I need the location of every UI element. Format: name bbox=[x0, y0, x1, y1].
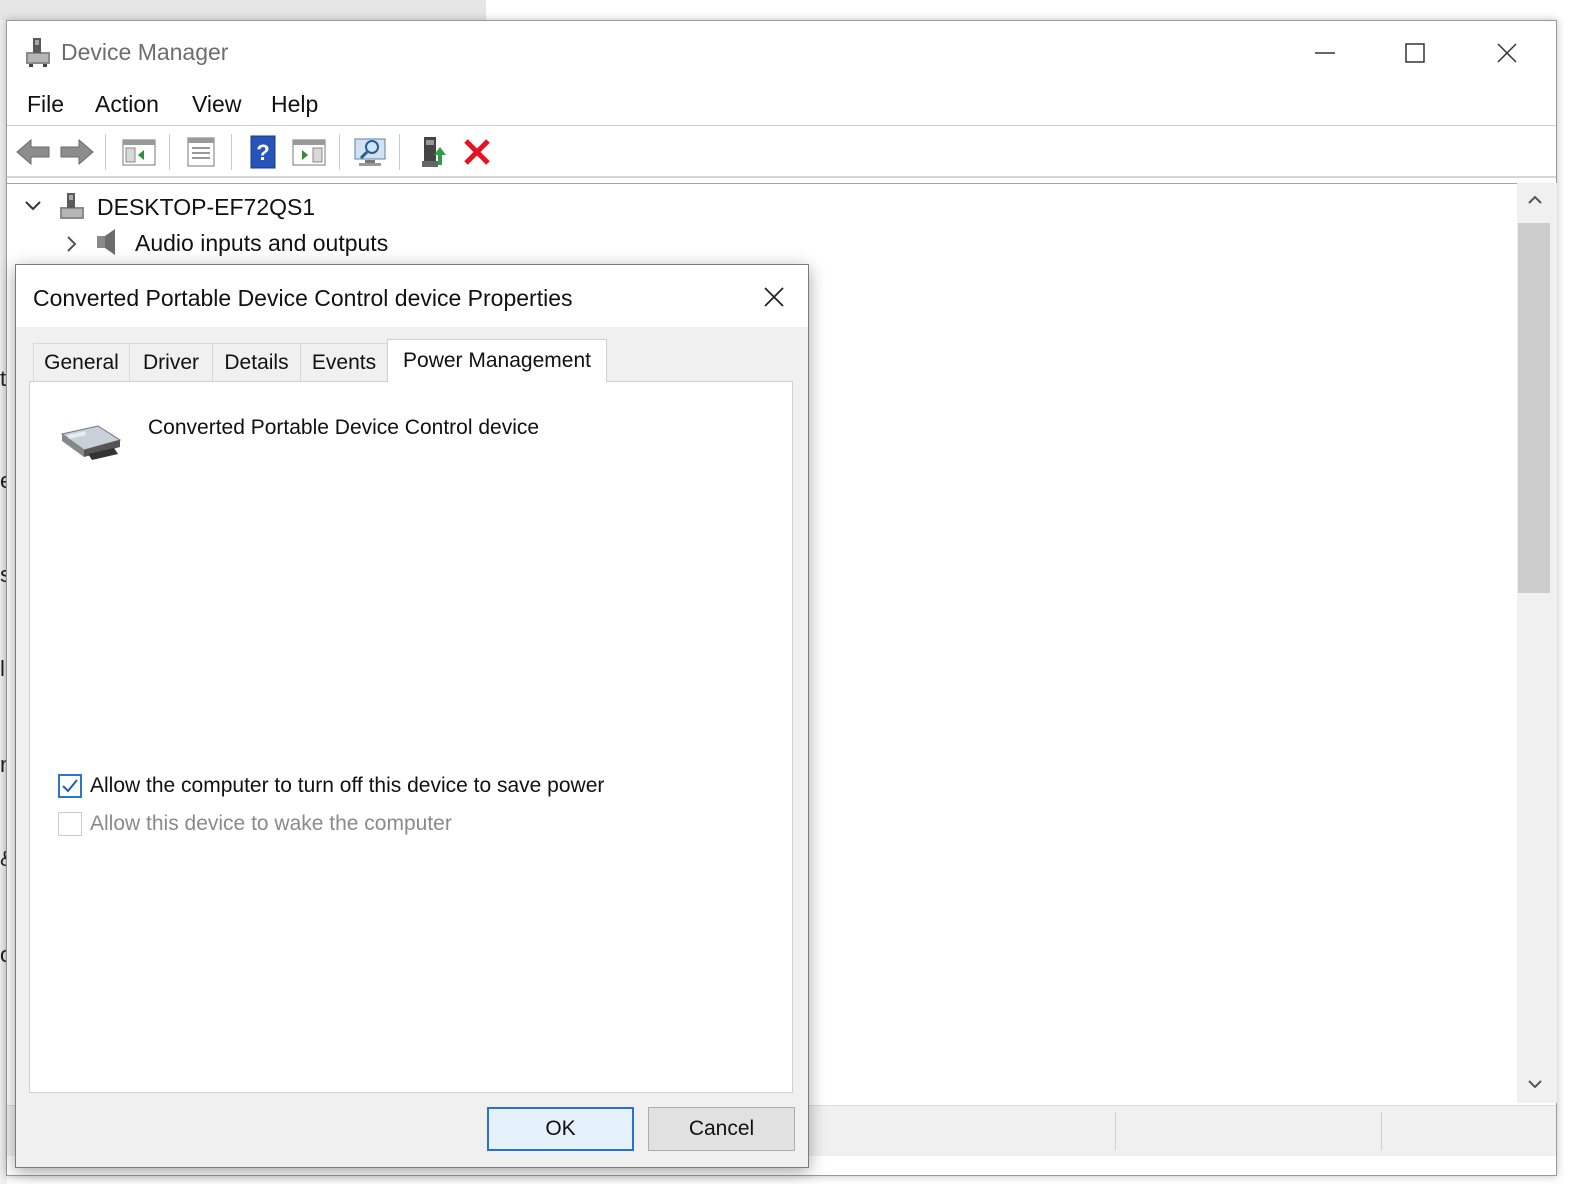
menu-action[interactable]: Action bbox=[95, 91, 159, 118]
status-separator bbox=[1115, 1112, 1116, 1150]
toolbar-separator bbox=[399, 134, 400, 170]
toolbar-separator bbox=[105, 134, 106, 170]
speaker-icon bbox=[97, 229, 115, 255]
checkmark-icon bbox=[62, 779, 78, 793]
forward-button[interactable] bbox=[57, 132, 97, 172]
allow-turn-off-label[interactable]: Allow the computer to turn off this devi… bbox=[90, 774, 604, 798]
menu-bar: File Action View Help bbox=[7, 85, 1556, 126]
scroll-down-icon[interactable] bbox=[1527, 1077, 1543, 1091]
update-driver-button[interactable] bbox=[413, 132, 453, 172]
menu-view[interactable]: View bbox=[192, 91, 241, 118]
back-button[interactable] bbox=[13, 132, 53, 172]
chevron-right-icon[interactable] bbox=[63, 234, 79, 254]
close-icon bbox=[764, 287, 784, 307]
help-icon: ? bbox=[250, 135, 276, 169]
toolbar-separator bbox=[339, 134, 340, 170]
properties-icon bbox=[187, 137, 215, 167]
minimize-icon bbox=[1315, 52, 1335, 54]
close-icon bbox=[1497, 43, 1517, 63]
allow-turn-off-checkbox[interactable] bbox=[58, 774, 82, 798]
tree-item-audio[interactable]: Audio inputs and outputs bbox=[135, 230, 388, 257]
scan-hardware-button[interactable] bbox=[351, 132, 391, 172]
back-arrow-icon bbox=[16, 138, 50, 166]
tab-power-management[interactable]: Power Management bbox=[387, 339, 607, 382]
vertical-scrollbar[interactable] bbox=[1517, 183, 1557, 1103]
window-title: Device Manager bbox=[61, 39, 229, 65]
maximize-button[interactable] bbox=[1395, 33, 1435, 73]
dialog-title-bar[interactable]: Converted Portable Device Control device… bbox=[16, 265, 808, 327]
scrollbar-thumb[interactable] bbox=[1518, 223, 1550, 593]
minimize-button[interactable] bbox=[1305, 33, 1345, 73]
allow-wake-checkbox bbox=[58, 812, 82, 836]
status-separator bbox=[1381, 1112, 1382, 1150]
maximize-icon bbox=[1405, 43, 1425, 63]
cancel-button[interactable]: Cancel bbox=[648, 1107, 795, 1151]
allow-wake-label: Allow this device to wake the computer bbox=[90, 812, 452, 835]
close-button[interactable] bbox=[1487, 33, 1527, 73]
toolbar: ? bbox=[7, 126, 1556, 178]
toolbar-separator bbox=[231, 134, 232, 170]
computer-icon bbox=[60, 193, 84, 219]
show-hide-console-tree-button[interactable] bbox=[119, 132, 159, 172]
svg-text:?: ? bbox=[256, 140, 269, 165]
device-manager-icon bbox=[26, 38, 50, 67]
dialog-close-button[interactable] bbox=[754, 277, 794, 317]
scroll-up-icon[interactable] bbox=[1527, 193, 1543, 207]
portable-device-icon bbox=[60, 425, 122, 460]
uninstall-device-button[interactable] bbox=[457, 132, 497, 172]
tab-driver[interactable]: Driver bbox=[129, 343, 213, 381]
chevron-down-icon[interactable] bbox=[23, 198, 43, 214]
update-driver-icon bbox=[422, 137, 446, 167]
background-window-strip bbox=[0, 0, 486, 20]
tab-general[interactable]: General bbox=[33, 343, 130, 381]
option-allow-turn-off[interactable]: Allow the computer to turn off this devi… bbox=[58, 772, 604, 800]
power-management-panel: Converted Portable Device Control device… bbox=[29, 381, 793, 1093]
properties-dialog: Converted Portable Device Control device… bbox=[15, 264, 809, 1168]
uninstall-device-icon bbox=[464, 139, 490, 165]
dialog-title: Converted Portable Device Control device… bbox=[33, 285, 573, 311]
action-pane-icon bbox=[292, 139, 326, 166]
tree-root-computer[interactable]: DESKTOP-EF72QS1 bbox=[97, 194, 315, 221]
device-name: Converted Portable Device Control device bbox=[148, 416, 540, 439]
option-allow-wake: Allow this device to wake the computer bbox=[58, 810, 452, 838]
tab-details[interactable]: Details bbox=[212, 343, 301, 381]
menu-file[interactable]: File bbox=[27, 91, 64, 118]
menu-help[interactable]: Help bbox=[271, 91, 318, 118]
tab-events[interactable]: Events bbox=[300, 343, 388, 381]
help-button[interactable]: ? bbox=[243, 132, 283, 172]
action-pane-button[interactable] bbox=[289, 132, 329, 172]
scan-hardware-icon bbox=[354, 138, 386, 166]
forward-arrow-icon bbox=[60, 138, 94, 166]
title-bar[interactable]: Device Manager bbox=[7, 21, 1556, 85]
properties-button[interactable] bbox=[181, 132, 221, 172]
toolbar-separator bbox=[169, 134, 170, 170]
ok-button[interactable]: OK bbox=[487, 1107, 634, 1151]
show-hide-console-tree-icon bbox=[122, 139, 156, 166]
